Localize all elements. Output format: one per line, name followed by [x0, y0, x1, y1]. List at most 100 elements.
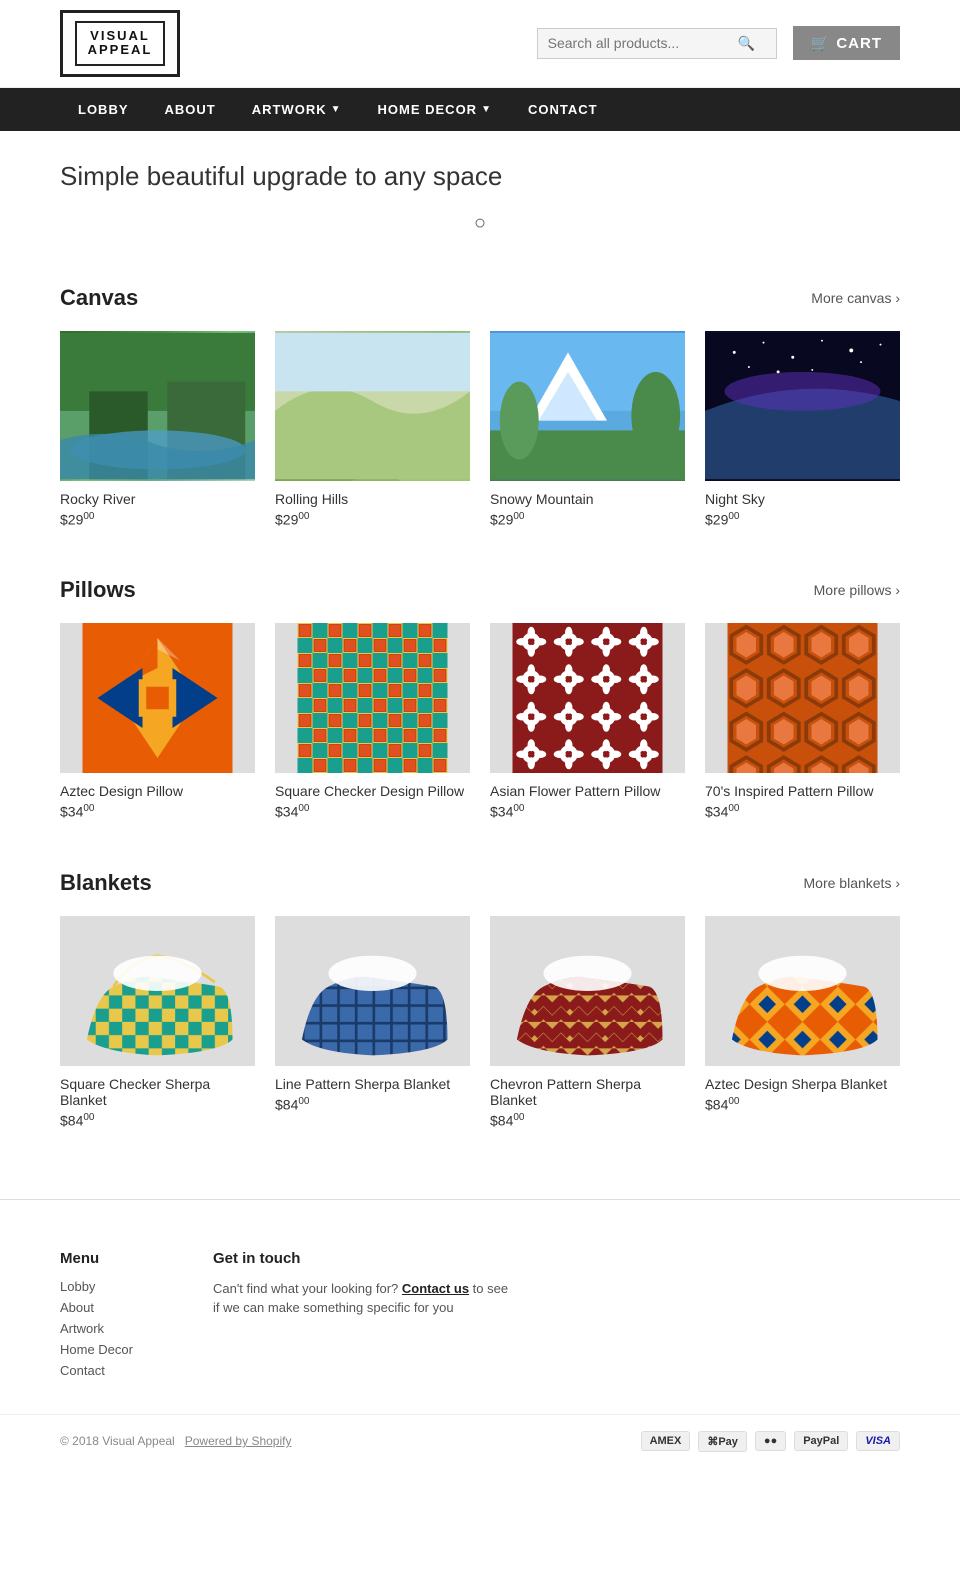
product-image-rocky-river — [60, 331, 255, 481]
product-image-snowy-mountain — [490, 331, 685, 481]
product-card-aztec-blanket[interactable]: Aztec Design Sherpa Blanket $8400 — [705, 916, 900, 1129]
footer-menu-home-decor[interactable]: Home Decor — [60, 1342, 133, 1357]
pillows-section-title: Pillows — [60, 577, 136, 603]
nav-item-contact[interactable]: CONTACT — [510, 88, 616, 131]
product-card-checker-pillow[interactable]: Square Checker Design Pillow $3400 — [275, 623, 470, 820]
nav-item-artwork[interactable]: ARTWORK ▼ — [234, 88, 360, 131]
canvas-section: Canvas More canvas › Rocky River $2900 — [0, 265, 960, 558]
blankets-product-grid: Square Checker Sherpa Blanket $8400 Line… — [60, 916, 900, 1129]
nav-item-home-decor[interactable]: HOME DECOR ▼ — [360, 88, 510, 131]
product-price-aztec-pillow: $3400 — [60, 803, 255, 820]
product-price-line-blanket: $8400 — [275, 1096, 470, 1113]
product-image-checker-pillow — [275, 623, 470, 773]
canvas-section-title: Canvas — [60, 285, 138, 311]
product-price-aztec-blanket: $8400 — [705, 1096, 900, 1113]
payment-visa: VISA — [856, 1431, 900, 1451]
blankets-section-title: Blankets — [60, 870, 152, 896]
blankets-section-header: Blankets More blankets › — [60, 870, 900, 896]
cart-label: CART — [836, 35, 882, 52]
canvas-section-header: Canvas More canvas › — [60, 285, 900, 311]
product-name-night-sky: Night Sky — [705, 491, 900, 507]
product-price-night-sky: $2900 — [705, 511, 900, 528]
navigation: LOBBY ABOUT ARTWORK ▼ HOME DECOR ▼ CONTA… — [0, 88, 960, 131]
footer-contact-title: Get in touch — [213, 1250, 513, 1267]
product-card-rolling-hills[interactable]: Rolling Hills $2900 — [275, 331, 470, 528]
product-name-aztec-blanket: Aztec Design Sherpa Blanket — [705, 1076, 900, 1092]
header-right: 🔍 🛒 CART — [537, 26, 900, 60]
pillows-section: Pillows More pillows › Aztec Design Pill… — [0, 557, 960, 850]
product-name-checker-pillow: Square Checker Design Pillow — [275, 783, 470, 799]
product-image-night-sky — [705, 331, 900, 481]
product-image-flower-pillow — [490, 623, 685, 773]
product-price-chevron-blanket: $8400 — [490, 1112, 685, 1129]
footer-menu-lobby[interactable]: Lobby — [60, 1279, 133, 1294]
product-name-rocky-river: Rocky River — [60, 491, 255, 507]
product-price-rolling-hills: $2900 — [275, 511, 470, 528]
nav-about-label: ABOUT — [165, 102, 216, 117]
nav-lobby-label: LOBBY — [78, 102, 129, 117]
product-card-70s-pillow[interactable]: 70's Inspired Pattern Pillow $3400 — [705, 623, 900, 820]
product-name-rolling-hills: Rolling Hills — [275, 491, 470, 507]
product-card-night-sky[interactable]: Night Sky $2900 — [705, 331, 900, 528]
product-image-70s-pillow — [705, 623, 900, 773]
nav-item-lobby[interactable]: LOBBY — [60, 88, 147, 131]
search-bar: 🔍 — [537, 28, 777, 59]
product-card-line-blanket[interactable]: Line Pattern Sherpa Blanket $8400 — [275, 916, 470, 1129]
footer-menu-title: Menu — [60, 1250, 133, 1267]
contact-text-before: Can't find what your looking for? — [213, 1281, 402, 1296]
cart-icon: 🛒 — [811, 34, 831, 52]
nav-artwork-label: ARTWORK — [252, 102, 327, 117]
footer-menu-artwork[interactable]: Artwork — [60, 1321, 133, 1336]
pillows-product-grid: Aztec Design Pillow $3400 Square Chec — [60, 623, 900, 820]
footer: Menu Lobby About Artwork Home Decor Cont… — [0, 1199, 960, 1468]
nav-item-about[interactable]: ABOUT — [147, 88, 234, 131]
logo-line2: APPEAL — [85, 43, 155, 57]
payment-mastercard: ●● — [755, 1431, 786, 1451]
product-card-snowy-mountain[interactable]: Snowy Mountain $2900 — [490, 331, 685, 528]
product-image-aztec-blanket — [705, 916, 900, 1066]
header: VISUAL APPEAL 🔍 🛒 CART — [0, 0, 960, 88]
footer-main: Menu Lobby About Artwork Home Decor Cont… — [0, 1200, 960, 1414]
footer-powered[interactable]: Powered by Shopify — [185, 1434, 292, 1448]
payment-icons: AMEX ⌘Pay ●● PayPal VISA — [641, 1431, 900, 1452]
product-price-rocky-river: $2900 — [60, 511, 255, 528]
product-price-70s-pillow: $3400 — [705, 803, 900, 820]
payment-paypal: PayPal — [794, 1431, 848, 1451]
hero-headline: Simple beautiful upgrade to any space — [60, 161, 900, 192]
nav-artwork-arrow: ▼ — [331, 104, 342, 115]
product-image-checker-blanket — [60, 916, 255, 1066]
product-name-chevron-blanket: Chevron Pattern Sherpa Blanket — [490, 1076, 685, 1108]
contact-link[interactable]: Contact us — [402, 1281, 469, 1296]
footer-menu-contact[interactable]: Contact — [60, 1363, 133, 1378]
cart-button[interactable]: 🛒 CART — [793, 26, 900, 60]
hero-dot: ○ — [60, 192, 900, 255]
product-card-chevron-blanket[interactable]: Chevron Pattern Sherpa Blanket $8400 — [490, 916, 685, 1129]
product-card-flower-pillow[interactable]: Asian Flower Pattern Pillow $3400 — [490, 623, 685, 820]
nav-home-decor-arrow: ▼ — [481, 104, 492, 115]
footer-contact-col: Get in touch Can't find what your lookin… — [213, 1250, 513, 1384]
search-button[interactable]: 🔍 — [738, 35, 755, 52]
footer-copyright-area: © 2018 Visual Appeal Powered by Shopify — [60, 1434, 291, 1448]
footer-bottom: © 2018 Visual Appeal Powered by Shopify … — [0, 1414, 960, 1468]
product-name-aztec-pillow: Aztec Design Pillow — [60, 783, 255, 799]
footer-menu-about[interactable]: About — [60, 1300, 133, 1315]
product-name-line-blanket: Line Pattern Sherpa Blanket — [275, 1076, 470, 1092]
logo[interactable]: VISUAL APPEAL — [60, 10, 180, 77]
product-price-checker-blanket: $8400 — [60, 1112, 255, 1129]
product-card-aztec-pillow[interactable]: Aztec Design Pillow $3400 — [60, 623, 255, 820]
blankets-more-link[interactable]: More blankets › — [804, 875, 900, 891]
blankets-section: Blankets More blankets › Square Checker … — [0, 850, 960, 1159]
product-name-checker-blanket: Square Checker Sherpa Blanket — [60, 1076, 255, 1108]
hero-section: Simple beautiful upgrade to any space ○ — [0, 131, 960, 265]
product-image-line-blanket — [275, 916, 470, 1066]
logo-line1: VISUAL — [85, 29, 155, 43]
canvas-product-grid: Rocky River $2900 Rolling Hills $2900 — [60, 331, 900, 528]
product-card-rocky-river[interactable]: Rocky River $2900 — [60, 331, 255, 528]
footer-contact-text: Can't find what your looking for? Contac… — [213, 1279, 513, 1318]
pillows-more-link[interactable]: More pillows › — [814, 582, 900, 598]
product-price-checker-pillow: $3400 — [275, 803, 470, 820]
product-card-checker-blanket[interactable]: Square Checker Sherpa Blanket $8400 — [60, 916, 255, 1129]
search-input[interactable] — [548, 35, 738, 51]
canvas-more-link[interactable]: More canvas › — [811, 290, 900, 306]
product-image-chevron-blanket — [490, 916, 685, 1066]
